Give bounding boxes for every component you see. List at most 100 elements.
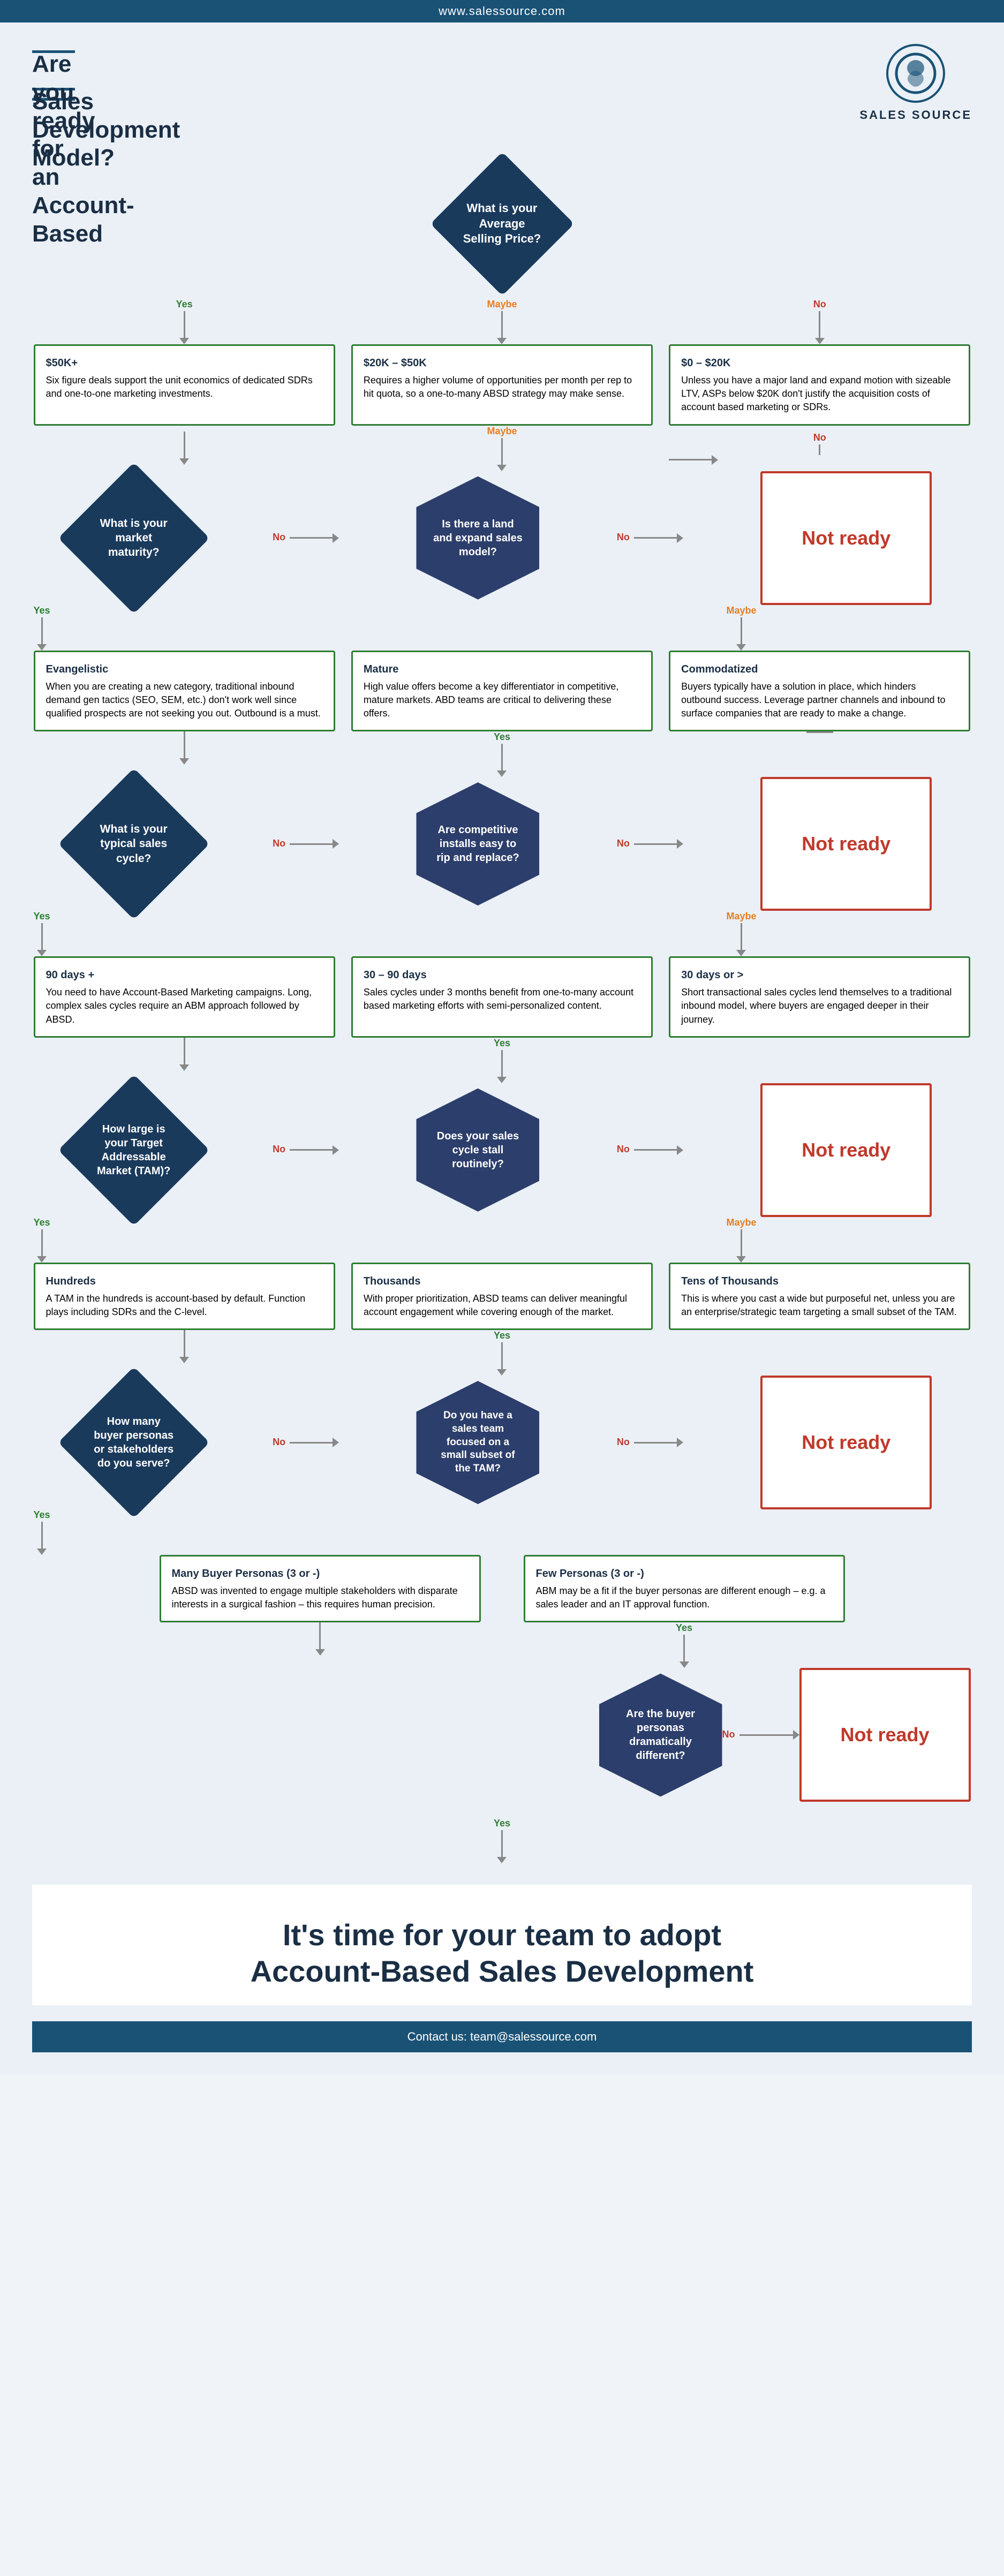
- label-no-1b: No: [813, 432, 826, 443]
- box-0-title: $0 – $20K: [681, 356, 958, 371]
- q1-connectors: Yes Maybe No: [34, 299, 971, 344]
- mature-body: High value offers become a key different…: [364, 680, 640, 721]
- box-tens-thousands: Tens of Thousands This is where you cast…: [669, 1263, 970, 1330]
- many-personas-title: Many Buyer Personas (3 or -): [172, 1566, 469, 1581]
- top-bar: www.salessource.com: [0, 0, 1004, 22]
- q2-row: What is your market maturity? No Is ther…: [34, 471, 971, 605]
- 30-90days-title: 30 – 90 days: [364, 968, 640, 983]
- label-yes-1: Yes: [176, 299, 193, 310]
- thousands-title: Thousands: [364, 1274, 640, 1289]
- 30-90days-body: Sales cycles under 3 months benefit from…: [364, 986, 640, 1013]
- logo-circle: [886, 44, 945, 103]
- q5-text: How many buyer personas or stakeholders …: [91, 1415, 177, 1470]
- 90days-body: You need to have Account-Based Marketing…: [46, 986, 323, 1026]
- evangelistic-body: When you are creating a new category, tr…: [46, 680, 323, 721]
- 90days-title: 90 days +: [46, 968, 323, 983]
- tens-thousands-title: Tens of Thousands: [681, 1274, 958, 1289]
- q3b-hex: Are competitive installs easy to rip and…: [416, 782, 539, 905]
- row4-boxes: Hundreds A TAM in the hundreds is accoun…: [34, 1263, 971, 1330]
- q2-diamond: What is your market maturity?: [72, 477, 195, 600]
- tens-thousands-body: This is where you cast a wide but purpos…: [681, 1292, 958, 1319]
- q4b-text: Does your sales cycle stall routinely?: [432, 1129, 523, 1171]
- not-ready-4: Not ready: [760, 1376, 932, 1509]
- row2-boxes: Evangelistic When you are creating a new…: [34, 651, 971, 732]
- box-0-body: Unless you have a major land and expand …: [681, 374, 958, 414]
- not-ready-1-text: Not ready: [802, 527, 890, 549]
- mature-title: Mature: [364, 662, 640, 677]
- logo-name: SALES SOURCE: [859, 108, 972, 122]
- label-no-1: No: [813, 299, 826, 310]
- few-personas-title: Few Personas (3 or -): [536, 1566, 833, 1581]
- box-many-personas: Many Buyer Personas (3 or -) ABSD was in…: [160, 1555, 481, 1622]
- q5b-hex: Do you have a sales team focused on a sm…: [416, 1381, 539, 1504]
- row1-boxes: $50K+ Six figure deals support the unit …: [34, 344, 971, 426]
- box-mature: Mature High value offers become a key di…: [351, 651, 653, 732]
- 30days-body: Short transactional sales cycles lend th…: [681, 986, 958, 1026]
- not-ready-3-text: Not ready: [802, 1139, 890, 1161]
- not-ready-2-text: Not ready: [802, 833, 890, 855]
- site-url: www.salessource.com: [439, 4, 565, 18]
- box-20k-50k: $20K – $50K Requires a higher volume of …: [351, 344, 653, 426]
- label-maybe-1: Maybe: [487, 299, 517, 310]
- thousands-body: With proper prioritization, ABSD teams c…: [364, 1292, 640, 1319]
- q3-post-conn: Yes Maybe: [34, 911, 971, 956]
- contact-text: Contact us: team@salessource.com: [407, 2030, 597, 2043]
- not-ready-4-text: Not ready: [802, 1431, 890, 1454]
- q1-wrapper: What is your Average Selling Price?: [34, 165, 971, 283]
- hundreds-body: A TAM in the hundreds is account-based b…: [46, 1292, 323, 1319]
- box-30days: 30 days or > Short transactional sales c…: [669, 956, 970, 1038]
- q1-text: What is your Average Selling Price?: [459, 201, 545, 247]
- bottom-cta: It's time for your team to adopt Account…: [32, 1885, 972, 2005]
- box-hundreds: Hundreds A TAM in the hundreds is accoun…: [34, 1263, 335, 1330]
- row1-post-connectors: Maybe No: [34, 426, 971, 471]
- q4-post-conn: Yes Maybe: [34, 1217, 971, 1263]
- q6-row: Are the buyer personas dramatically diff…: [34, 1668, 971, 1802]
- box-50k-title: $50K+: [46, 356, 323, 371]
- q6-text: Are the buyer personas dramatically diff…: [615, 1707, 706, 1763]
- row5-post-conn: Yes: [34, 1622, 971, 1668]
- q4-row: How large is your Target Addressable Mar…: [34, 1083, 971, 1217]
- q3b-text: Are competitive installs easy to rip and…: [432, 823, 523, 865]
- 30days-title: 30 days or >: [681, 968, 958, 983]
- flowchart: What is your Average Selling Price? Yes …: [34, 149, 971, 1863]
- q1-diamond: What is your Average Selling Price?: [443, 165, 561, 283]
- row4-post-conn: Yes: [34, 1330, 971, 1376]
- hundreds-title: Hundreds: [46, 1274, 323, 1289]
- not-ready-5-text: Not ready: [840, 1724, 929, 1746]
- q3-row: What is your typical sales cycle? No Are…: [34, 777, 971, 911]
- row5-boxes: Many Buyer Personas (3 or -) ABSD was in…: [34, 1555, 971, 1622]
- box-50k-plus: $50K+ Six figure deals support the unit …: [34, 344, 335, 426]
- q2-post-connectors: Yes Maybe: [34, 605, 971, 651]
- cta-title: It's time for your team to adopt Account…: [54, 1917, 950, 1989]
- box-30-90days: 30 – 90 days Sales cycles under 3 months…: [351, 956, 653, 1038]
- page-title: Are you ready for an Account-Based Sales…: [32, 50, 75, 101]
- q3-text: What is your typical sales cycle?: [89, 822, 178, 866]
- many-personas-body: ABSD was invented to engage multiple sta…: [172, 1584, 469, 1611]
- box-20k-body: Requires a higher volume of opportunitie…: [364, 374, 640, 401]
- commodatized-body: Buyers typically have a solution in plac…: [681, 680, 958, 721]
- logo-area: SALES SOURCE: [859, 44, 972, 122]
- commodatized-title: Commodatized: [681, 662, 958, 677]
- box-20k-title: $20K – $50K: [364, 356, 640, 371]
- box-50k-body: Six figure deals support the unit econom…: [46, 374, 323, 401]
- main-container: Are you ready for an Account-Based Sales…: [0, 22, 1004, 2074]
- header-section: Are you ready for an Account-Based Sales…: [32, 44, 972, 122]
- maybe-q2b: Maybe: [726, 605, 756, 616]
- q5-diamond: How many buyer personas or stakeholders …: [72, 1381, 195, 1504]
- q2b-hex: Is there a land and expand sales model?: [416, 477, 539, 600]
- header-title-area: Are you ready for an Account-Based Sales…: [32, 44, 75, 101]
- q4b-hex: Does your sales cycle stall routinely?: [416, 1089, 539, 1212]
- row3-post-conn: Yes: [34, 1038, 971, 1083]
- box-thousands: Thousands With proper prioritization, AB…: [351, 1263, 653, 1330]
- box-few-personas: Few Personas (3 or -) ABM may be a fit i…: [524, 1555, 845, 1622]
- q5-post-conn: Yes: [34, 1509, 971, 1555]
- label-maybe-1b: Maybe: [487, 426, 517, 437]
- not-ready-3: Not ready: [760, 1083, 932, 1217]
- yes-q2: Yes: [34, 605, 50, 616]
- box-0-20k: $0 – $20K Unless you have a major land a…: [669, 344, 970, 426]
- few-personas-body: ABM may be a fit if the buyer personas a…: [536, 1584, 833, 1611]
- q2b-text: Is there a land and expand sales model?: [432, 517, 523, 559]
- yes-r2-c2: Yes: [494, 731, 510, 743]
- q4-text: How large is your Target Addressable Mar…: [89, 1122, 178, 1178]
- box-90days: 90 days + You need to have Account-Based…: [34, 956, 335, 1038]
